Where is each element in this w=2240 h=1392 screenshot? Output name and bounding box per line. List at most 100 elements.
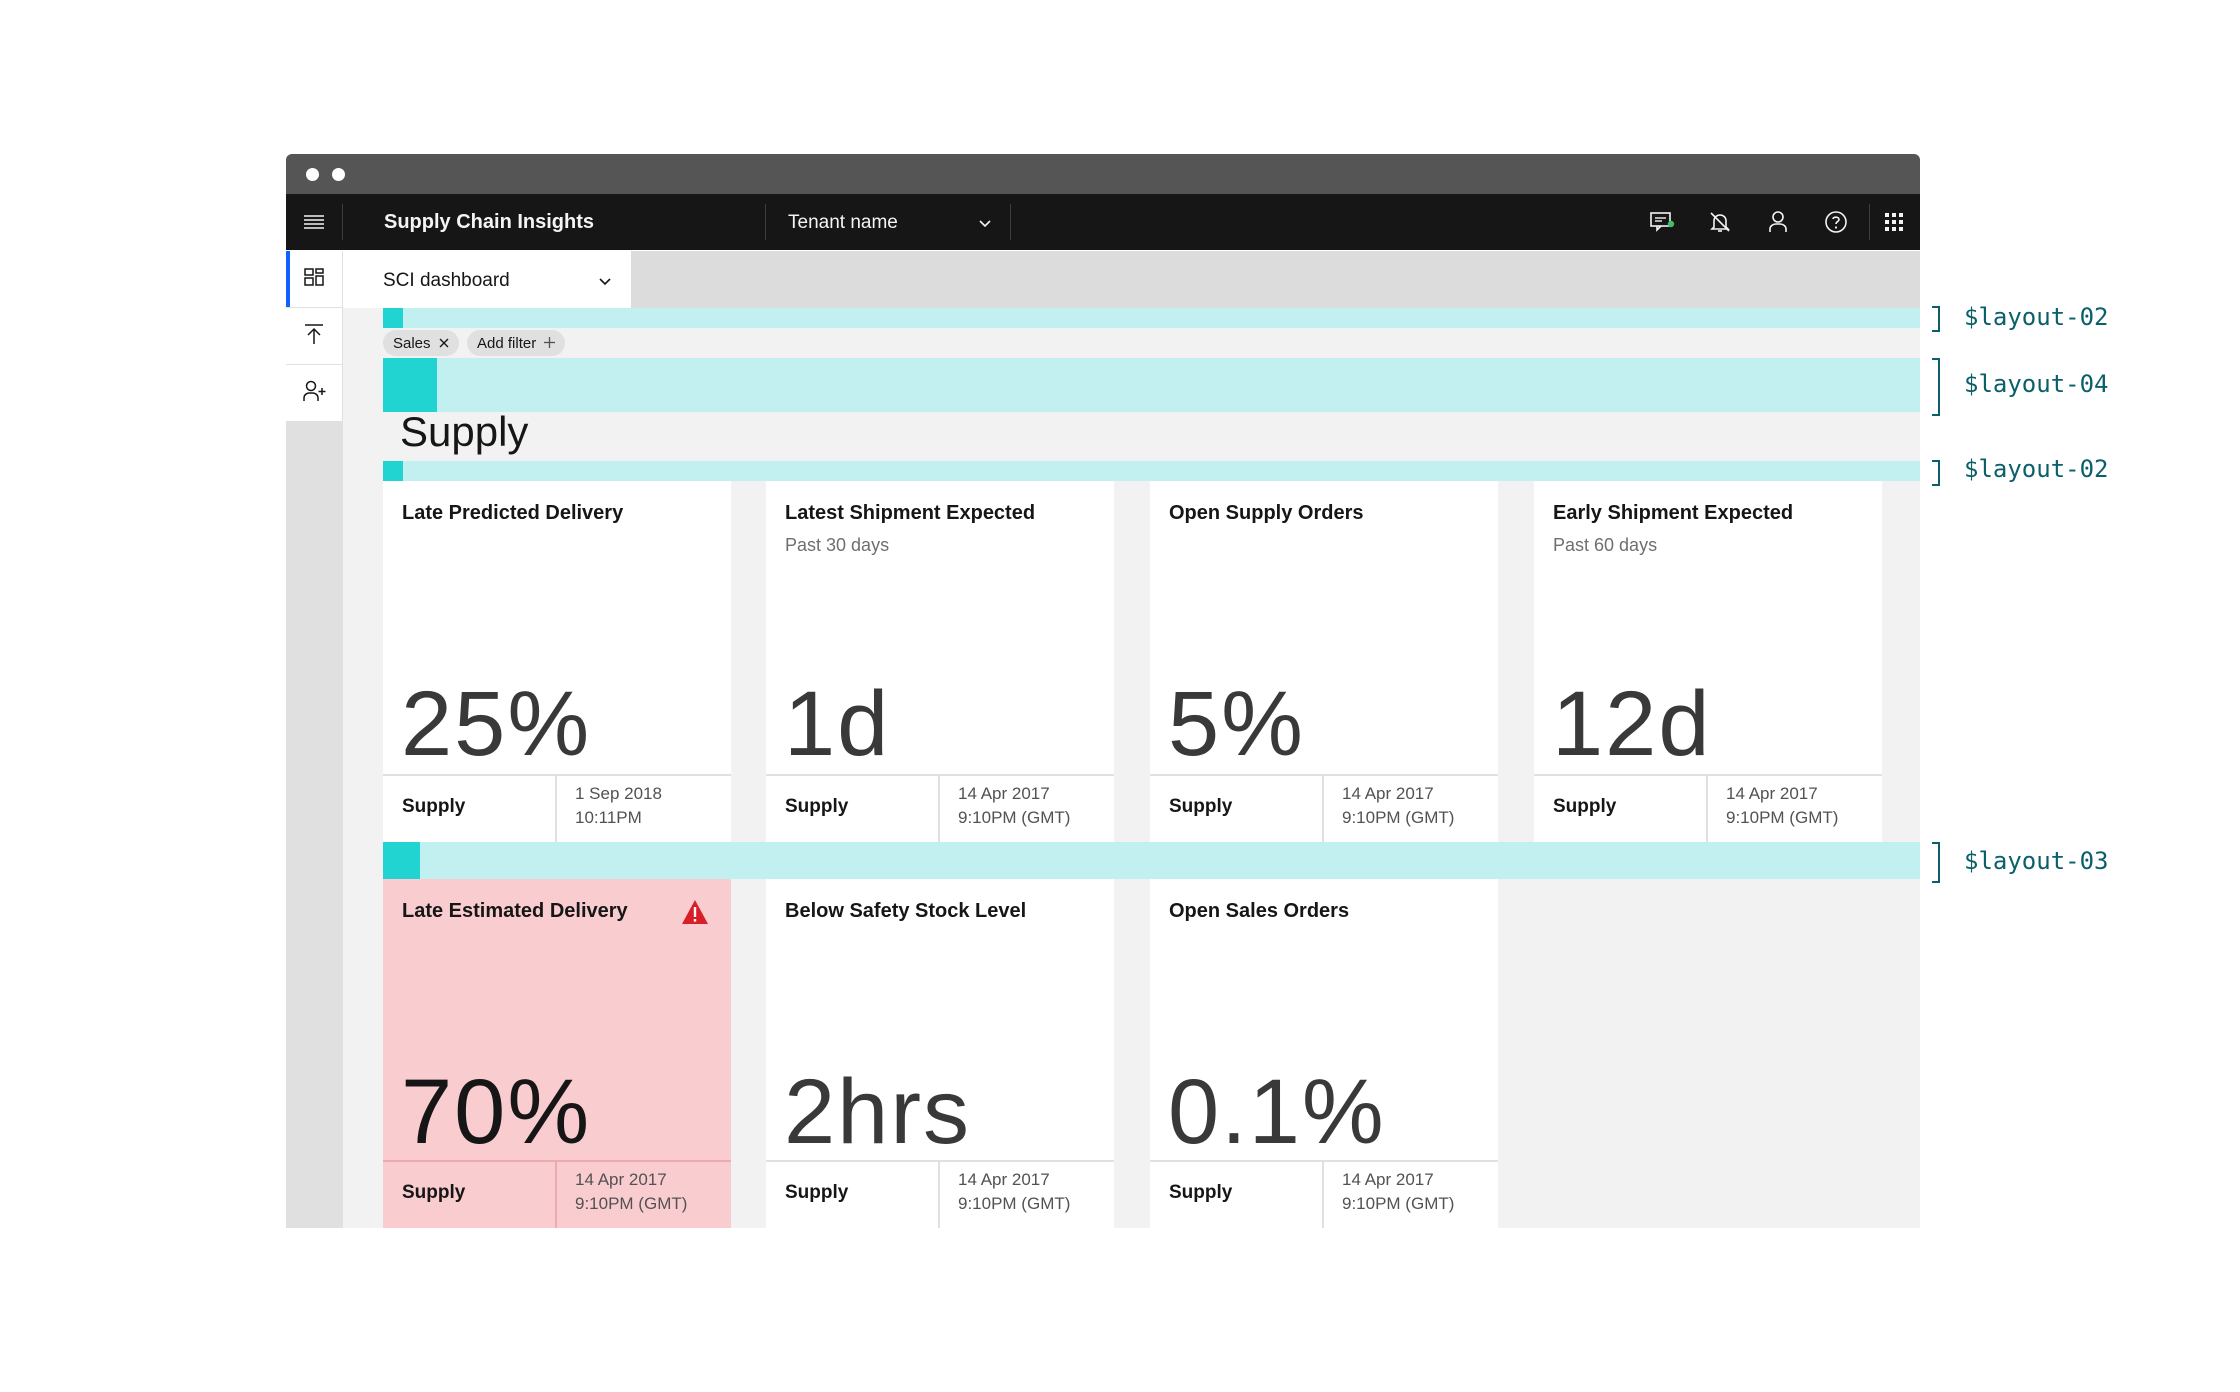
chat-icon[interactable] <box>1646 206 1678 238</box>
tile-footer: Supply 14 Apr 2017 9:10PM (GMT) <box>766 774 1114 842</box>
tile-date: 14 Apr 2017 <box>575 1170 667 1189</box>
spacer-swatch <box>383 308 403 328</box>
tile-date: 14 Apr 2017 <box>1726 784 1818 803</box>
tile-timestamp: 14 Apr 2017 9:10PM (GMT) <box>575 1168 687 1216</box>
annotation-bracket <box>1932 306 1940 332</box>
footer-divider <box>1322 1162 1324 1228</box>
annotation-bracket <box>1932 842 1940 883</box>
tile-time: 9:10PM (GMT) <box>958 1194 1071 1213</box>
user-icon[interactable] <box>1762 206 1794 238</box>
footer-divider <box>555 1162 557 1228</box>
tile-time: 9:10PM (GMT) <box>1342 1194 1455 1213</box>
tile-time: 9:10PM (GMT) <box>1726 808 1839 827</box>
dashboard-icon <box>304 267 324 291</box>
tile-date: 1 Sep 2018 <box>575 784 662 803</box>
tile-timestamp: 14 Apr 2017 9:10PM (GMT) <box>1342 1168 1454 1216</box>
annotation-layout-04: $layout-04 <box>1964 370 2109 398</box>
tile-value: 25% <box>401 673 592 775</box>
rail-item-dashboard[interactable] <box>286 251 342 308</box>
dashboard-dropdown[interactable]: SCI dashboard <box>343 251 631 308</box>
close-icon[interactable] <box>439 335 449 352</box>
tile-footer-label: Supply <box>1169 796 1233 817</box>
tile-value: 1d <box>784 673 891 775</box>
spacer-swatch <box>383 358 437 412</box>
filter-tag-label: Sales <box>393 334 431 352</box>
tile-date: 14 Apr 2017 <box>958 1170 1050 1189</box>
rail-item-add-user[interactable] <box>286 365 342 422</box>
tile-title: Late Predicted Delivery <box>402 502 624 524</box>
tile-date: 14 Apr 2017 <box>1342 1170 1434 1189</box>
tile-time: 9:10PM (GMT) <box>575 1194 688 1213</box>
kpi-tile[interactable]: Below Safety Stock Level 2hrs Supply 14 … <box>766 879 1114 1228</box>
tile-title: Below Safety Stock Level <box>785 900 1027 922</box>
tile-timestamp: 14 Apr 2017 9:10PM (GMT) <box>958 782 1070 830</box>
footer-divider <box>1322 776 1324 842</box>
dashboard-dropdown-label: SCI dashboard <box>383 270 510 291</box>
spacer-swatch <box>383 461 403 481</box>
tile-footer: Supply 14 Apr 2017 9:10PM (GMT) <box>1534 774 1882 842</box>
kpi-tile[interactable]: Late Predicted Delivery 25% Supply 1 Sep… <box>383 481 731 842</box>
tile-footer-label: Supply <box>785 1182 849 1203</box>
tile-footer: Supply 1 Sep 2018 10:11PM <box>383 774 731 842</box>
chevron-down-icon <box>978 216 992 234</box>
footer-divider <box>1706 776 1708 842</box>
section-title: Supply <box>400 408 529 455</box>
tile-value: 70% <box>401 1061 592 1163</box>
kpi-tile-alert[interactable]: Late Estimated Delivery 70% Supply 14 Ap… <box>383 879 731 1228</box>
tile-value: 5% <box>1168 673 1305 775</box>
tile-footer-label: Supply <box>1553 796 1617 817</box>
footer-divider <box>938 1162 940 1228</box>
filter-tag[interactable]: Sales <box>383 330 459 356</box>
kpi-tile[interactable]: Open Sales Orders 0.1% Supply 14 Apr 201… <box>1150 879 1498 1228</box>
tile-timestamp: 14 Apr 2017 9:10PM (GMT) <box>1726 782 1838 830</box>
tile-title: Open Supply Orders <box>1169 502 1364 524</box>
tile-timestamp: 14 Apr 2017 9:10PM (GMT) <box>958 1168 1070 1216</box>
annotation-layout-02: $layout-02 <box>1964 455 2109 483</box>
kpi-tile[interactable]: Early Shipment Expected Past 60 days 12d… <box>1534 481 1882 842</box>
tile-time: 10:11PM <box>575 808 642 827</box>
tile-subtitle: Past 60 days <box>1553 535 1658 555</box>
kpi-tile[interactable]: Open Supply Orders 5% Supply 14 Apr 2017… <box>1150 481 1498 842</box>
add-filter-label: Add filter <box>477 334 537 352</box>
side-rail <box>286 251 343 1228</box>
tile-footer: Supply 14 Apr 2017 9:10PM (GMT) <box>766 1160 1114 1228</box>
annotation-bracket <box>1932 358 1940 416</box>
app-title[interactable]: Supply Chain Insights <box>384 211 594 234</box>
kpi-tile[interactable]: Latest Shipment Expected Past 30 days 1d… <box>766 481 1114 842</box>
chevron-down-icon <box>598 274 612 292</box>
warning-icon <box>681 899 709 930</box>
header-divider <box>1010 204 1011 240</box>
tile-time: 9:10PM (GMT) <box>958 808 1071 827</box>
tile-title: Early Shipment Expected <box>1553 502 1794 524</box>
notification-off-icon[interactable] <box>1704 206 1736 238</box>
window-close-dot[interactable] <box>306 168 319 181</box>
tile-footer-label: Supply <box>1169 1182 1233 1203</box>
annotation-layout-02: $layout-02 <box>1964 303 2109 331</box>
footer-divider <box>555 776 557 842</box>
annotation-layout-03: $layout-03 <box>1964 847 2109 875</box>
tile-value: 12d <box>1552 673 1712 775</box>
window-minimize-dot[interactable] <box>332 168 345 181</box>
spacer-layout-03 <box>383 842 1920 879</box>
tile-date: 14 Apr 2017 <box>958 784 1050 803</box>
tile-value: 2hrs <box>784 1061 971 1163</box>
tile-timestamp: 14 Apr 2017 9:10PM (GMT) <box>1342 782 1454 830</box>
menu-icon[interactable] <box>298 206 330 238</box>
tile-timestamp: 1 Sep 2018 10:11PM <box>575 782 662 830</box>
header-divider <box>342 204 343 240</box>
tenant-label: Tenant name <box>788 212 898 233</box>
app-switcher-icon[interactable] <box>1878 206 1910 238</box>
tile-subtitle: Past 30 days <box>785 535 890 555</box>
tile-footer-label: Supply <box>402 796 466 817</box>
app-header: Supply Chain Insights Tenant name <box>286 194 1920 250</box>
rail-item-upload[interactable] <box>286 308 342 365</box>
tile-value: 0.1% <box>1168 1061 1386 1163</box>
active-indicator <box>286 251 290 307</box>
help-icon[interactable] <box>1820 206 1852 238</box>
add-filter-button[interactable]: Add filter <box>467 330 566 356</box>
footer-divider <box>938 776 940 842</box>
tile-footer: Supply 14 Apr 2017 9:10PM (GMT) <box>383 1160 731 1228</box>
tenant-dropdown[interactable]: Tenant name <box>766 194 1010 250</box>
spacer-swatch <box>383 842 420 879</box>
spacer-layout-02 <box>383 308 1920 328</box>
